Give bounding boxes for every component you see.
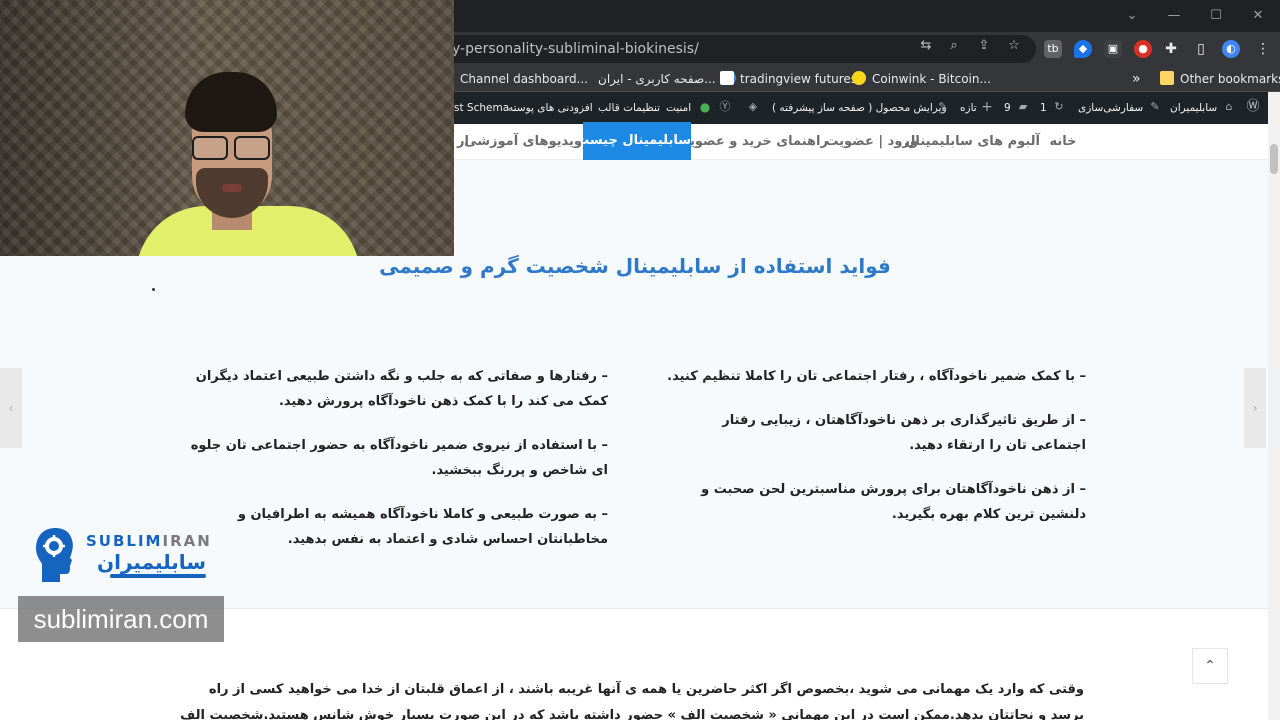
wp-security[interactable]: امنیت xyxy=(666,100,691,116)
wp-comments-count[interactable]: 9 xyxy=(1004,100,1011,116)
minimize-button[interactable]: — xyxy=(1164,6,1184,26)
bookmark-channel-dashboard[interactable]: Channel dashboard... xyxy=(460,70,588,88)
article-paragraph: وقتی که وارد یک مهمانی می شوید ،بخصوص اگ… xyxy=(180,682,1084,720)
brush-icon: ✎ xyxy=(1150,100,1160,113)
nav-more[interactable]: ار xyxy=(454,124,472,160)
logo-persian-text: سابلیمیران xyxy=(97,550,206,574)
nav-what-is-subliminal[interactable]: سابلیمینال چیست xyxy=(576,122,691,160)
slider-next-arrow[interactable]: › xyxy=(1244,368,1266,448)
presenter-mouth xyxy=(222,184,242,192)
benefit-item: – با استفاده از نیروی ضمیر ناخودآگاه به … xyxy=(190,438,608,478)
benefits-right-column: – با کمک ضمیر ناخودآگاه ، رفتار اجتماعی … xyxy=(664,364,1086,546)
scroll-to-top-button[interactable]: ⌃ xyxy=(1192,648,1228,684)
tradingview-icon xyxy=(720,71,734,85)
benefits-left-column: – رفتارها و صفاتی که به جلب و نگه داشتن … xyxy=(186,364,608,571)
benefit-item: – از ذهن ناخودآگاهتان برای پرورش مناسبتر… xyxy=(701,482,1086,522)
zoom-search-icon[interactable]: ⌕ xyxy=(946,38,962,54)
wp-updates-count[interactable]: 1 xyxy=(1040,100,1047,116)
share-icon[interactable]: ⇪ xyxy=(976,38,992,54)
nav-home[interactable]: خانه xyxy=(1042,124,1084,160)
site-watermark: sublimiran.com xyxy=(18,596,224,642)
logo-english-text: SUBLIMIRAN xyxy=(86,532,212,550)
benefit-item: – با کمک ضمیر ناخودآگاه ، رفتار اجتماعی … xyxy=(667,369,1086,384)
close-window-button[interactable]: ✕ xyxy=(1248,6,1268,26)
scrollbar-thumb[interactable] xyxy=(1270,144,1278,174)
bookmark-coinwink[interactable]: Coinwink - Bitcoin... xyxy=(852,70,991,88)
updates-icon: ↻ xyxy=(1054,100,1064,113)
cursor-dot xyxy=(152,288,155,291)
more-bookmarks-icon[interactable]: » xyxy=(1132,70,1141,88)
wp-plugins[interactable]: افزودنی های پوسته xyxy=(508,100,593,116)
profile-avatar[interactable]: ◐ xyxy=(1222,40,1240,58)
logo-swoosh xyxy=(110,574,206,578)
wp-theme-settings[interactable]: تنظیمات قالب xyxy=(598,100,660,116)
plus-icon: + xyxy=(981,99,993,115)
extensions-puzzle-icon[interactable]: ✚ xyxy=(1162,40,1180,58)
webcam-overlay xyxy=(0,0,454,256)
site-home-icon: ⌂ xyxy=(1225,100,1233,113)
bookmark-tradingview[interactable]: tradingview futures xyxy=(720,70,857,88)
translate-icon[interactable]: ⇆ xyxy=(918,38,934,54)
presenter-glasses xyxy=(190,136,274,164)
head-silhouette-icon xyxy=(36,528,73,582)
bookmark-star-icon[interactable]: ☆ xyxy=(1006,38,1022,54)
diamond-icon: ◈ xyxy=(748,100,758,113)
yoast-icon[interactable]: Ⓨ xyxy=(718,100,732,114)
wp-customize[interactable]: سفارشی‌سازی xyxy=(1078,100,1143,116)
nav-buying-guide[interactable]: راهنمای خرید و عضویت xyxy=(676,124,828,160)
wp-schema[interactable]: st Schema xyxy=(454,100,509,116)
section-heading: فواید استفاده از سابلیمینال شخصیت گرم و … xyxy=(379,254,891,278)
sublimiran-logo: SUBLIMIRAN سابلیمیران xyxy=(30,522,210,588)
chrome-menu-icon[interactable]: ⋮ xyxy=(1254,40,1272,58)
screen: ⌄ — ☐ ✕ y-personality-subliminal-biokine… xyxy=(0,0,1280,720)
slider-prev-arrow[interactable]: ‹ xyxy=(0,368,22,448)
coinwink-icon xyxy=(852,71,866,85)
folder-icon xyxy=(1160,71,1174,85)
nav-albums[interactable]: آلبوم های سابلیمینال xyxy=(904,124,1040,160)
nav-tutorial-videos[interactable]: ویدیوهای آموزشی xyxy=(464,124,582,160)
maximize-button[interactable]: ☐ xyxy=(1206,6,1226,26)
benefit-item: – رفتارها و صفاتی که به جلب و نگه داشتن … xyxy=(195,369,608,409)
extension-tb-icon[interactable]: tb xyxy=(1044,40,1062,58)
side-panel-icon[interactable]: ▯ xyxy=(1192,40,1210,58)
benefit-item: – به صورت طبیعی و کاملا ناخودآگاه همیشه … xyxy=(237,507,608,547)
wp-edit-product[interactable]: ویرایش محصول ( صفحه ساز پیشرفته ) xyxy=(772,100,947,116)
extension-red-icon[interactable]: ● xyxy=(1134,40,1152,58)
nav-login[interactable]: ورود | عضویت xyxy=(825,124,918,160)
bookmark-other[interactable]: Other bookmarks xyxy=(1160,70,1280,88)
wp-new[interactable]: تازه xyxy=(960,100,977,116)
extension-shield-icon[interactable]: ◆ xyxy=(1074,40,1092,58)
bookmark-iran-profile[interactable]: صفحه کاربری - ایران... xyxy=(598,70,736,88)
extension-account-icon[interactable]: ▣ xyxy=(1104,40,1122,58)
benefit-item: – از طریق تاثیرگذاری بر ذهن ناخودآگاهتان… xyxy=(722,413,1086,453)
wp-site-name[interactable]: سابلیمیران xyxy=(1170,100,1217,116)
tab-search-icon[interactable]: ⌄ xyxy=(1122,6,1142,26)
status-dot-icon: ● xyxy=(699,100,711,114)
comment-icon: ▰ xyxy=(1018,100,1028,113)
page-scrollbar[interactable] xyxy=(1268,92,1280,720)
url-text: y-personality-subliminal-biokinesis/ xyxy=(452,41,699,57)
wordpress-logo-icon[interactable]: Ⓦ xyxy=(1246,100,1260,114)
